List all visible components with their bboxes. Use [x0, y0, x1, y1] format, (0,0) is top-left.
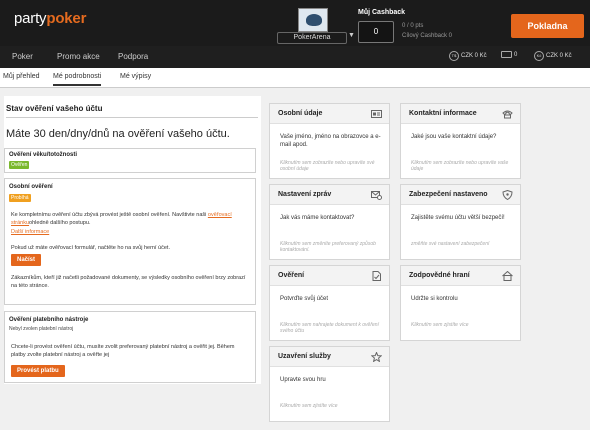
card-text: Potvrďte svůj účet: [280, 296, 329, 302]
shield-icon: [502, 190, 513, 200]
message-settings-icon: [371, 191, 382, 200]
balance-kc-value: CZK 0 Kč: [546, 53, 572, 59]
text-part: ohledně dalšího postupu.: [29, 220, 91, 226]
partypoker-logo[interactable]: partypoker: [14, 10, 86, 27]
card-personal-data[interactable]: Osobní údaje Vaše jméno, jméno na obrazo…: [269, 103, 390, 179]
payment-verification-title: Ověření platebního nástroje: [9, 317, 89, 323]
card-title: Kontaktní informace: [409, 110, 477, 117]
personal-verification-text: Ke kompletnímu ověření účtu zbývá provés…: [11, 211, 249, 227]
tab-bar: Můj přehled Mé podrobnosti Mé výpisy: [0, 68, 590, 88]
avatar[interactable]: [298, 8, 328, 32]
nav-item-support[interactable]: Podpora: [118, 52, 148, 61]
balance-kc[interactable]: Kč CZK 0 Kč: [534, 51, 572, 61]
balance-ts[interactable]: T$ CZK 0 Kč: [449, 51, 487, 61]
payment-verification-section: Ověření platebního nástroje Nebyl zvolen…: [4, 311, 256, 383]
upload-hint: Pokud už máte ověřovací formulář, načtět…: [11, 245, 170, 251]
card-title: Zabezpečení nastaveno: [409, 191, 488, 198]
kc-coin-icon: Kč: [534, 51, 544, 61]
home-icon: [502, 271, 513, 281]
document-check-icon: [372, 271, 381, 281]
age-verification-title: Ověření věku/totožnosti: [9, 152, 78, 158]
payment-verification-text: Chcete-li provést ověření účtu, musíte z…: [11, 344, 235, 358]
ts-coin-icon: T$: [449, 51, 459, 61]
card-title: Nastavení zpráv: [278, 191, 332, 198]
avatar-image: [306, 14, 322, 26]
tab-statements[interactable]: Mé výpisy: [120, 73, 151, 80]
card-security[interactable]: Zabezpečení nastaveno Zajistěte svému úč…: [400, 184, 521, 260]
payment-verification-subtitle: Nebyl zvolen platební nástroj: [9, 326, 74, 332]
nav-item-poker[interactable]: Poker: [12, 52, 33, 61]
cashback-target: Cílový Cashback 0: [402, 33, 453, 39]
cashback-value[interactable]: 0: [358, 21, 394, 43]
cashback-points: 0 / 0 pts: [402, 23, 424, 29]
cashier-button[interactable]: Pokladna: [511, 14, 584, 38]
logo-part1: party: [14, 10, 47, 27]
pending-info: Zákazníkům, kteří již načetli požadované…: [11, 275, 246, 289]
text-part: Ke kompletnímu ověření účtu zbývá provés…: [11, 212, 207, 218]
card-service-closure[interactable]: Uzavření služby Upravte svou hru Kliknut…: [269, 346, 390, 422]
card-verification[interactable]: Ověření Potvrďte svůj účet Kliknutím sem…: [269, 265, 390, 341]
age-verification-section: Ověření věku/totožnosti Ověřen: [4, 148, 256, 173]
logo-part2: poker: [46, 10, 87, 27]
tab-overview[interactable]: Můj přehled: [3, 73, 40, 80]
card-text: Zajistěte svému účtu větší bezpečí!: [411, 215, 505, 221]
divider: [6, 117, 258, 118]
phone-icon: [502, 110, 513, 119]
card-title: Zodpovědné hraní: [409, 272, 470, 279]
more-info-link[interactable]: Další informace: [11, 228, 49, 236]
card-note: Kliknutím sem nahrajete dokument k ověře…: [280, 322, 379, 334]
personal-verification-section: Osobní ověření Probíhá Ke kompletnímu ov…: [4, 178, 256, 305]
card-note: Kliknutím sem zobrazíte nebo upravíte va…: [411, 160, 509, 172]
card-contact-info[interactable]: Kontaktní informace Jaké jsou vaše konta…: [400, 103, 521, 179]
main-nav: Poker Promo akce Podpora T$ CZK 0 Kč 0 Kč…: [0, 46, 590, 68]
id-card-icon: [371, 110, 382, 118]
ticket-icon: [501, 51, 512, 58]
card-title: Osobní údaje: [278, 110, 323, 117]
card-text: Udržte si kontrolu: [411, 296, 458, 302]
balance-tickets[interactable]: 0: [501, 51, 517, 58]
card-title: Uzavření služby: [278, 353, 331, 360]
card-title: Ověření: [278, 272, 305, 279]
alias-dropdown[interactable]: PokerArena: [277, 32, 347, 44]
status-badge: Ověřen: [9, 161, 30, 169]
card-text: Upravte svou hru: [280, 377, 326, 383]
card-note: Kliknutím sem zobrazíte nebo upravíte sv…: [280, 160, 375, 172]
chevron-down-icon[interactable]: ▼: [348, 32, 355, 39]
status-badge: Probíhá: [9, 194, 31, 202]
top-header: partypoker PokerArena ▼ Můj Cashback 0 0…: [0, 0, 590, 46]
card-text: Jaké jsou vaše kontaktní údaje?: [411, 134, 497, 140]
card-text: Jak vás máme kontaktovat?: [280, 215, 355, 221]
card-text: Vaše jméno, jméno na obrazovce a e-mail …: [280, 134, 381, 148]
nav-item-promo[interactable]: Promo akce: [57, 52, 100, 61]
star-icon: [371, 352, 382, 362]
page-title: Stav ověření vašeho účtu: [6, 104, 103, 113]
tab-details[interactable]: Mé podrobnosti: [53, 73, 102, 86]
make-payment-button[interactable]: Provést platbu: [11, 365, 65, 377]
card-note: Kliknutím sem změníte preferovaný způsob…: [280, 241, 376, 253]
balance-ts-value: CZK 0 Kč: [461, 53, 487, 59]
card-message-settings[interactable]: Nastavení zpráv Jak vás máme kontaktovat…: [269, 184, 390, 260]
personal-verification-title: Osobní ověření: [9, 184, 53, 190]
card-responsible-gaming[interactable]: Zodpovědné hraní Udržte si kontrolu Klik…: [400, 265, 521, 341]
load-button[interactable]: Načíst: [11, 254, 42, 266]
balance-tickets-value: 0: [514, 51, 518, 58]
card-note: Kliknutím sem zjistíte více: [411, 322, 469, 328]
card-note: změňte své nastavení zabezpečení: [411, 241, 490, 247]
cashback-title: Můj Cashback: [358, 9, 406, 16]
card-note: Kliknutím sem zjistíte více: [280, 403, 338, 409]
verification-headline: Máte 30 den/dny/dnů na ověření vašeho úč…: [6, 128, 230, 140]
